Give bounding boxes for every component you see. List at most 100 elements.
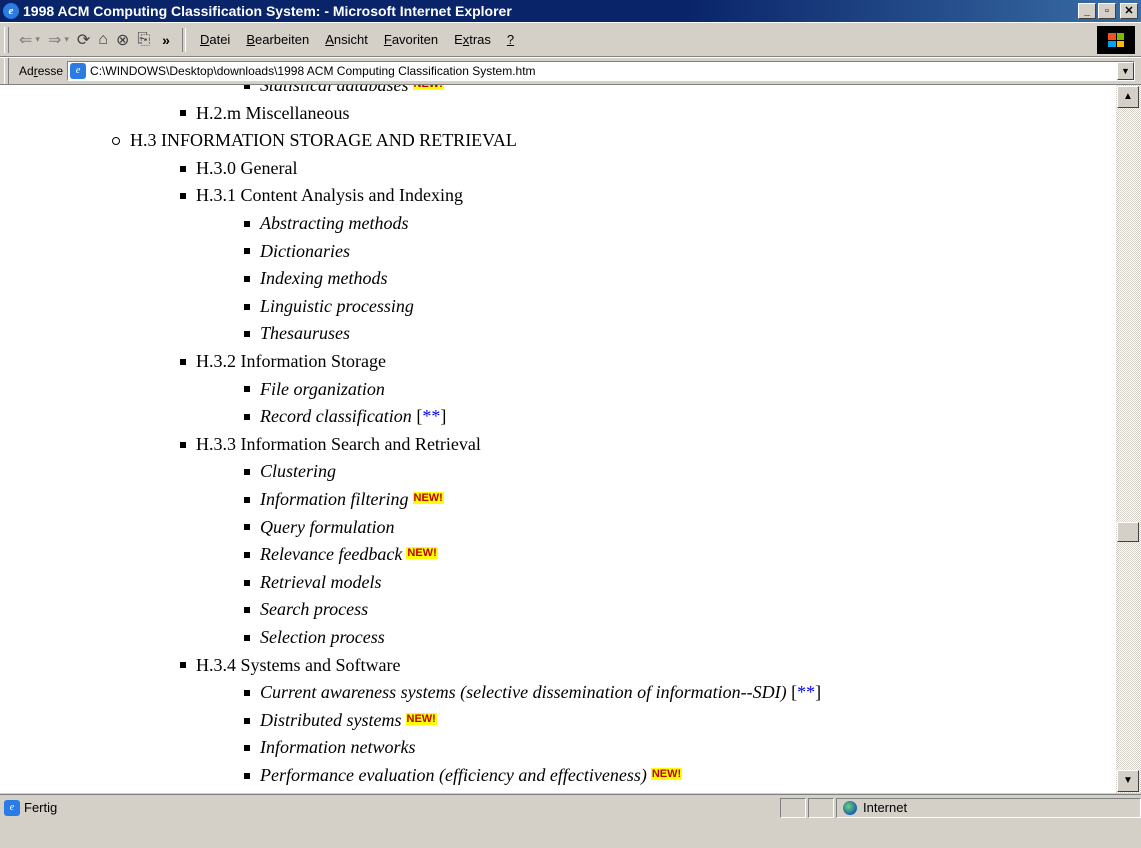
forward-button[interactable]: ⇒ ▾ (48, 30, 69, 50)
list-item-label: Relevance feedback (260, 544, 403, 565)
toolbar-grip[interactable] (4, 26, 9, 53)
minimize-button[interactable]: _ (1078, 3, 1096, 19)
reference-link[interactable]: ** (422, 406, 440, 426)
list-item: Linguistic processing (244, 292, 414, 320)
copy-button[interactable]: ⎘ (137, 31, 150, 49)
address-label: Adresse (19, 64, 64, 78)
status-panel (808, 797, 834, 818)
toolbar-chevron[interactable]: » (162, 32, 170, 48)
list-item: Dictionaries (244, 237, 350, 265)
menu-datei[interactable]: Datei (200, 32, 230, 47)
home-button[interactable]: ⌂ (98, 31, 108, 49)
status-text: Fertig (24, 800, 58, 815)
list-item: H.3.3 Information Search and Retrieval (180, 430, 481, 458)
scroll-down-button[interactable]: ▼ (1117, 770, 1139, 792)
list-item: Record classification [**] (244, 402, 446, 430)
list-item-label: H.3.0 General (196, 157, 298, 178)
square-bullet-icon (244, 579, 250, 586)
list-item-label: Current awareness systems (selective dis… (260, 682, 787, 703)
back-arrow-icon: ⇐ (19, 31, 33, 49)
address-input[interactable]: e C:\WINDOWS\Desktop\downloads\1998 ACM … (67, 61, 1135, 81)
list-item: Retrieval models (244, 568, 381, 596)
list-item: File organization (244, 375, 385, 403)
list-item: Query formulation (244, 513, 395, 541)
reference-link[interactable]: ** (797, 682, 815, 702)
square-bullet-icon (244, 524, 250, 531)
windows-logo (1097, 26, 1135, 54)
menu-favoriten[interactable]: Favoriten (384, 32, 438, 47)
stop-icon: ⊗ (115, 31, 130, 49)
square-bullet-icon (244, 717, 250, 724)
chevron-down-icon: ▾ (35, 34, 40, 44)
list-item-label: Query formulation (260, 516, 395, 537)
list-item-label: Statistical databases (260, 85, 409, 95)
list-item-label: Performance evaluation (efficiency and e… (260, 765, 647, 785)
circle-bullet-icon (112, 137, 120, 146)
list-item: H.3.4 Systems and Software (180, 651, 400, 679)
square-bullet-icon (244, 386, 250, 393)
square-bullet-icon (244, 552, 250, 559)
list-item: Selection process (244, 623, 385, 651)
ie-logo-icon: e (3, 3, 19, 19)
list-item: Information networks (244, 733, 416, 761)
list-item-label: H.3.1 Content Analysis and Indexing (196, 185, 463, 206)
new-badge: NEW! (405, 712, 437, 725)
status-panel (780, 797, 806, 818)
list-item: Distributed systems NEW! (244, 706, 437, 734)
address-dropdown-button[interactable]: ▼ (1117, 62, 1134, 80)
menu-extras[interactable]: Extras (454, 32, 491, 47)
scroll-up-button[interactable]: ▲ (1117, 86, 1139, 108)
list-item-label: Information filtering (260, 489, 409, 509)
maximize-button[interactable]: ▫ (1098, 3, 1116, 19)
zone-label: Internet (863, 800, 908, 815)
menu-help[interactable]: ? (507, 32, 514, 47)
list-item: H.3.0 General (180, 154, 297, 182)
list-item-label: H.3.4 Systems and Software (196, 654, 401, 675)
address-grip[interactable] (4, 58, 9, 84)
close-button[interactable]: ✕ (1120, 3, 1138, 19)
address-bar: Adresse e C:\WINDOWS\Desktop\downloads\1… (0, 57, 1141, 85)
scroll-thumb[interactable] (1117, 522, 1139, 542)
new-badge: NEW! (412, 492, 444, 504)
list-item: Statistical databasesNEW! (244, 85, 444, 99)
square-bullet-icon (244, 414, 250, 421)
refresh-button[interactable]: ⟳ (77, 30, 90, 50)
address-url[interactable]: C:\WINDOWS\Desktop\downloads\1998 ACM Co… (90, 64, 536, 78)
list-item: Information filtering NEW! (244, 485, 444, 513)
list-item: H.3.1 Content Analysis and Indexing (180, 181, 463, 209)
reference-link-group: [**] (786, 682, 822, 703)
square-bullet-icon (244, 772, 250, 779)
new-badge: NEW! (650, 768, 683, 780)
window-title: 1998 ACM Computing Classification System… (23, 3, 512, 19)
list-item-label: H.3.3 Information Search and Retrieval (196, 433, 481, 454)
new-badge: NEW! (412, 85, 444, 90)
list-item-label: Clustering (260, 461, 337, 482)
list-item: H.2.m Miscellaneous (180, 99, 349, 127)
square-bullet-icon (180, 358, 186, 365)
square-bullet-icon (244, 634, 250, 641)
list-item: Clustering (244, 457, 336, 485)
list-item-label: Selection process (260, 627, 385, 647)
menu-ansicht[interactable]: Ansicht (325, 32, 368, 47)
square-bullet-icon (180, 165, 186, 172)
title-bar: e 1998 ACM Computing Classification Syst… (0, 0, 1141, 22)
list-item-label: Information networks (260, 737, 416, 758)
stop-button[interactable]: ⊗ (116, 30, 129, 50)
reference-link-group: [**] (411, 406, 447, 427)
square-bullet-icon (244, 85, 250, 89)
refresh-icon: ⟳ (76, 31, 91, 49)
square-bullet-icon (244, 331, 250, 338)
list-item-label: Thesauruses (260, 323, 351, 344)
list-item: Performance evaluation (efficiency and e… (244, 761, 683, 789)
square-bullet-icon (244, 690, 250, 697)
vertical-scrollbar[interactable]: ▲ ▼ (1116, 85, 1141, 793)
new-badge: NEW! (406, 547, 438, 560)
toolbar: ⇐ ▾ ⇒ ▾ ⟳ ⌂ ⊗ ⎘ » Datei Bearbeiten Ansicht… (0, 22, 1141, 57)
menu-bearbeiten[interactable]: Bearbeiten (246, 32, 309, 47)
forward-arrow-icon: ⇒ (47, 31, 62, 49)
list-item: Thesauruses (244, 319, 350, 347)
list-item-label: Search process (260, 599, 369, 620)
list-item: Relevance feedback NEW! (244, 540, 438, 568)
square-bullet-icon (244, 248, 250, 255)
back-button[interactable]: ⇐ ▾ (19, 30, 40, 50)
